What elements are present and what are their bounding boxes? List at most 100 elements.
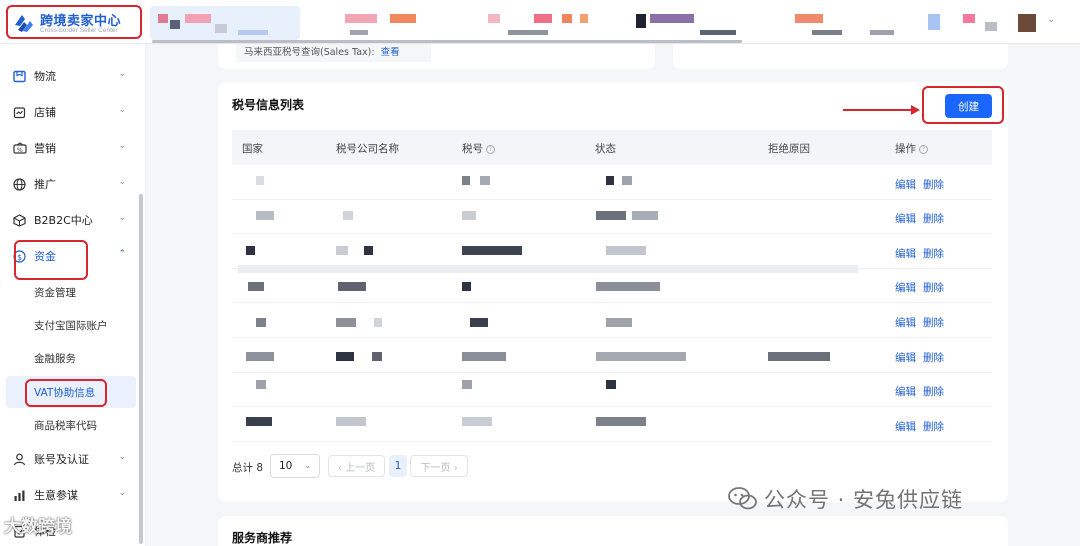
edit-link[interactable]: 编辑 [895,177,916,192]
sidebar-item-label: B2B2C中心 [34,214,93,227]
sidebar-item-account[interactable]: 账号及认证 ⌄ [0,441,140,477]
edit-link[interactable]: 编辑 [895,350,916,365]
annotation-arrow [843,109,913,111]
chevron-down-icon: ⌄ [118,488,126,498]
row-overlay-band [238,265,858,273]
redacted-cell [336,352,354,361]
page-size-select[interactable]: 10 ⌄ [270,454,320,478]
sidebar-item-promotion[interactable]: 推广 ⌄ [0,166,140,202]
tax-list-title: 税号信息列表 [232,98,305,112]
redacted-cell [336,318,356,327]
create-button[interactable]: 创建 [945,94,992,118]
top-header: 跨境卖家中心 Cross-border Seller Center ⌄ [0,0,1080,44]
delete-link[interactable]: 删除 [923,246,944,261]
current-page[interactable]: 1 [389,455,407,477]
redacted-cell [606,318,632,327]
redacted-tab-block [580,14,588,23]
view-link[interactable]: 查看 [381,47,400,58]
chevron-up-icon: ⌃ [118,249,126,259]
delete-link[interactable]: 删除 [923,280,944,295]
redacted-cell [462,352,506,361]
delete-link[interactable]: 删除 [923,211,944,226]
logo-icon [15,15,33,32]
edit-link[interactable]: 编辑 [895,211,916,226]
sidebar-item-label: 店铺 [34,106,56,119]
redacted-tab-block [534,14,552,23]
sidebar-item-logistics[interactable]: 物流 ⌄ [0,58,140,94]
vat-highlight-box [25,379,107,407]
sidebar-item-store[interactable]: 店铺 ⌄ [0,94,140,130]
redacted-cell [248,282,264,291]
redacted-cell [256,380,266,389]
sidebar-item-b2b2c[interactable]: B2B2C中心 ⌄ [0,202,140,238]
redacted-cell [364,246,373,255]
delete-link[interactable]: 删除 [923,177,944,192]
store-icon [12,105,27,120]
sidebar-item-label: 账号及认证 [34,453,89,466]
redacted-cell [596,352,686,361]
page-size-value: 10 [279,460,293,472]
redacted-cell [606,246,646,255]
redacted-cell [596,282,660,291]
column-actions: 操作? [895,141,928,156]
redacted-cell [462,417,492,426]
delete-link[interactable]: 删除 [923,419,944,434]
edit-link[interactable]: 编辑 [895,280,916,295]
redacted-tab-block [508,30,548,35]
edit-link[interactable]: 编辑 [895,246,916,261]
edit-link[interactable]: 编辑 [895,419,916,434]
pagination-total: 总计 8 [232,462,264,474]
chevron-down-icon: ⌄ [118,105,126,115]
redacted-cell [246,246,255,255]
sidebar-item-marketing[interactable]: % 营销 ⌄ [0,130,140,166]
redacted-tab-block [795,14,823,23]
redacted-cell [596,211,626,220]
redacted-cell [343,211,353,220]
sales-tax-text: 马来西亚税号查询(Sales Tax): [244,47,375,58]
logo-highlight-box[interactable]: 跨境卖家中心 Cross-border Seller Center [6,5,142,39]
chevron-down-icon[interactable]: ⌄ [1047,14,1055,25]
help-icon[interactable]: ? [486,145,495,154]
service-provider-card [218,516,1008,546]
cube-icon [12,213,27,228]
redacted-cell [606,176,614,185]
redacted-tab-block [215,24,227,33]
header-scrollbar[interactable] [152,40,742,43]
edit-link[interactable]: 编辑 [895,315,916,330]
delete-link[interactable]: 删除 [923,315,944,330]
chevron-down-icon: ⌄ [118,177,126,187]
sidebar-subitem-tax-rate-code[interactable]: 商品税率代码 [6,409,136,441]
next-page-button[interactable]: 下一页 › [410,455,468,477]
redacted-tab-block [185,14,211,23]
sidebar-item-business-advisor[interactable]: 生意参谋 ⌄ [0,477,140,513]
service-provider-title: 服务商推荐 [232,531,293,545]
help-icon[interactable]: ? [919,145,928,154]
sidebar-subitem-alipay-account[interactable]: 支付宝国际账户 [6,309,136,341]
redacted-tab-block [650,14,694,23]
redacted-cell [246,352,274,361]
redacted-cell [462,176,470,185]
redacted-cell [374,318,382,327]
brand-watermark-text: 大数跨境 [4,517,72,537]
wechat-icon [728,487,757,510]
sidebar-subitem-financial-services[interactable]: 金融服务 [6,342,136,374]
redacted-cell [470,318,488,327]
edit-link[interactable]: 编辑 [895,384,916,399]
logistics-icon [12,69,27,84]
sidebar-item-label: 推广 [34,178,56,191]
redacted-cell [462,282,471,291]
redacted-tab-block [350,30,368,35]
delete-link[interactable]: 删除 [923,384,944,399]
redacted-cell [246,417,272,426]
prev-page-button[interactable]: ‹ 上一页 [328,455,385,477]
sidebar-subitem-fund-management[interactable]: 资金管理 [6,276,136,308]
delete-link[interactable]: 删除 [923,350,944,365]
redacted-cell [462,211,476,220]
redacted-cell [632,211,658,220]
globe-icon [12,177,27,192]
redacted-avatar[interactable] [1018,14,1036,32]
redacted-tab-block [985,22,997,31]
redacted-cell [768,352,830,361]
redacted-cell [462,380,472,389]
redacted-tab-block [928,14,940,30]
